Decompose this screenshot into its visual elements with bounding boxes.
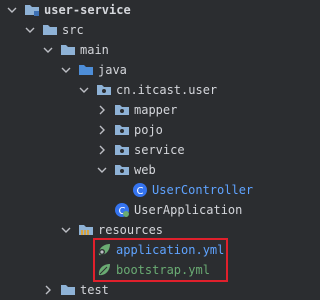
- tree-label: UserController: [152, 183, 254, 197]
- tree-node-user-application[interactable]: C UserApplication: [0, 200, 320, 220]
- tree-node-application-yml[interactable]: application.yml: [0, 240, 320, 260]
- tree-node-java[interactable]: java: [0, 60, 320, 80]
- folder-icon: [60, 282, 76, 298]
- tree-node-src[interactable]: src: [0, 20, 320, 40]
- chevron-down-icon[interactable]: [60, 60, 72, 80]
- resources-folder-icon: [78, 222, 94, 238]
- module-folder-icon: [24, 2, 40, 18]
- tree-label: user-service: [44, 3, 131, 17]
- tree-node-user-controller[interactable]: C UserController: [0, 180, 320, 200]
- package-icon: [114, 102, 130, 118]
- package-icon: [96, 82, 112, 98]
- tree-node-pojo[interactable]: pojo: [0, 120, 320, 140]
- tree-label: web: [134, 163, 156, 177]
- folder-icon: [42, 22, 58, 38]
- tree-node-mapper[interactable]: mapper: [0, 100, 320, 120]
- package-icon: [114, 122, 130, 138]
- java-class-icon: C: [132, 182, 148, 198]
- tree-label: UserApplication: [134, 203, 243, 217]
- package-icon: [114, 162, 130, 178]
- source-folder-icon: [78, 62, 94, 78]
- tree-node-main[interactable]: main: [0, 40, 320, 60]
- chevron-right-icon[interactable]: [96, 120, 108, 140]
- tree-label: bootstrap.yml: [116, 263, 210, 277]
- folder-icon: [60, 42, 76, 58]
- chevron-right-icon[interactable]: [96, 100, 108, 120]
- tree-label: application.yml: [116, 243, 225, 257]
- chevron-right-icon[interactable]: [96, 140, 108, 160]
- spring-boot-class-icon: C: [114, 202, 130, 218]
- tree-node-resources[interactable]: resources: [0, 220, 320, 240]
- project-tree: user-service src main java cn.itcast.use…: [0, 0, 314, 298]
- chevron-down-icon[interactable]: [6, 0, 18, 20]
- tree-node-user-service[interactable]: user-service: [0, 0, 320, 20]
- tree-label: src: [62, 23, 84, 37]
- chevron-down-icon[interactable]: [24, 20, 36, 40]
- tree-label: java: [98, 63, 127, 77]
- chevron-down-icon[interactable]: [42, 40, 54, 60]
- chevron-down-icon[interactable]: [78, 80, 90, 100]
- tree-node-package[interactable]: cn.itcast.user: [0, 80, 320, 100]
- chevron-down-icon[interactable]: [96, 160, 108, 180]
- tree-label: test: [80, 283, 109, 297]
- tree-node-test[interactable]: test: [0, 280, 320, 300]
- package-icon: [114, 142, 130, 158]
- chevron-down-icon[interactable]: [60, 220, 72, 240]
- tree-label: pojo: [134, 123, 163, 137]
- tree-node-web[interactable]: web: [0, 160, 320, 180]
- tree-label: main: [80, 43, 109, 57]
- tree-node-service[interactable]: service: [0, 140, 320, 160]
- spring-leaf-icon: [96, 262, 112, 278]
- tree-label: resources: [98, 223, 164, 237]
- tree-node-bootstrap-yml[interactable]: bootstrap.yml: [0, 260, 320, 280]
- tree-label: service: [134, 143, 185, 157]
- tree-label: mapper: [134, 103, 178, 117]
- svg-text:C: C: [137, 186, 144, 197]
- chevron-right-icon[interactable]: [42, 280, 54, 300]
- spring-config-icon: [96, 242, 112, 258]
- tree-label: cn.itcast.user: [116, 83, 218, 97]
